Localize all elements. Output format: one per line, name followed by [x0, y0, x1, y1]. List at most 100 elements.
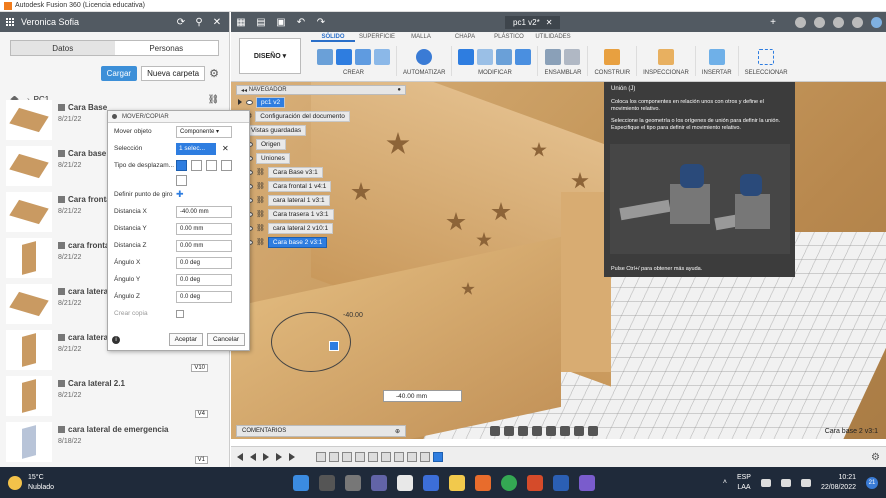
group-seleccionar[interactable]: SELECCIONAR: [739, 46, 794, 76]
tab-solido[interactable]: SÓLIDO: [311, 34, 355, 42]
extrude-icon[interactable]: [336, 49, 352, 65]
fusion-app-icon[interactable]: [397, 474, 413, 491]
avatar[interactable]: [871, 16, 882, 28]
tab-chapa[interactable]: CHAPA: [443, 34, 487, 42]
tray-chevron-icon[interactable]: ˄: [723, 479, 727, 486]
hole-icon[interactable]: [374, 49, 390, 65]
browser-header[interactable]: ◂◂ NAVEGADOR ●: [236, 85, 406, 95]
pan-icon[interactable]: [518, 426, 528, 436]
chrome-icon[interactable]: [501, 474, 517, 491]
collapse-icon[interactable]: ◂◂: [241, 87, 249, 94]
pivot-icon[interactable]: ✚: [176, 189, 184, 200]
dialog-pin-icon[interactable]: [112, 114, 117, 119]
timeline-feature[interactable]: [355, 452, 365, 462]
group-insertar[interactable]: INSERTAR: [696, 46, 739, 76]
undo-icon[interactable]: ↶: [295, 16, 307, 28]
clock[interactable]: 10:21 22/08/2022: [821, 473, 856, 491]
zoom-icon[interactable]: [532, 426, 542, 436]
rotate-icon[interactable]: [206, 160, 217, 171]
tab-utilidades[interactable]: UTILIDADES: [531, 34, 575, 42]
orbit-icon[interactable]: [490, 426, 500, 436]
tab-malla[interactable]: MALLA: [399, 34, 443, 42]
move-object-select[interactable]: Componente ▾: [176, 125, 232, 138]
tab-superficie[interactable]: SUPERFICIE: [355, 34, 399, 42]
user-name[interactable]: Veronica Sofia: [21, 17, 79, 27]
browser-item[interactable]: ⛓ Cara Base v3:1: [238, 165, 406, 179]
display-settings-icon[interactable]: [560, 426, 570, 436]
dialog-header[interactable]: MOVER/COPIAR: [108, 111, 249, 123]
tab-plastico[interactable]: PLÁSTICO: [487, 34, 531, 42]
group-crear[interactable]: CREAR: [311, 46, 397, 76]
volume-icon[interactable]: [780, 478, 791, 487]
distance-z-input[interactable]: 0.00 mm: [176, 239, 232, 252]
timeline-feature[interactable]: [342, 452, 352, 462]
workspace-switcher[interactable]: DISEÑO ▾: [239, 38, 301, 74]
word-icon[interactable]: [553, 474, 569, 491]
shell-icon[interactable]: [515, 49, 532, 65]
task-view-icon[interactable]: [345, 474, 361, 491]
start-icon[interactable]: [293, 474, 309, 491]
list-item[interactable]: cara lateral de emergencia 8/18/22 V1: [6, 422, 216, 468]
teams-icon[interactable]: [371, 474, 387, 491]
save-icon[interactable]: ▣: [275, 16, 287, 28]
new-folder-button[interactable]: Nueva carpeta: [141, 65, 206, 81]
distance-input[interactable]: -40.00 mm: [383, 390, 462, 402]
press-pull-icon[interactable]: [458, 49, 475, 65]
point-to-point-icon[interactable]: [221, 160, 232, 171]
offset-plane-icon[interactable]: [604, 49, 621, 65]
play-icon[interactable]: [263, 453, 269, 461]
help-icon[interactable]: [852, 16, 863, 28]
look-at-icon[interactable]: [504, 426, 514, 436]
browser-item[interactable]: ⛓ Cara frontal 1 v4:1: [238, 179, 406, 193]
fit-icon[interactable]: [546, 426, 556, 436]
search-icon[interactable]: ⚲: [193, 16, 205, 28]
document-tab[interactable]: pc1 v2* ✕: [505, 15, 561, 29]
language-indicator[interactable]: ESP LAA: [737, 473, 751, 491]
chamfer-icon[interactable]: [496, 49, 513, 65]
battery-icon[interactable]: [800, 478, 811, 487]
grid-icon[interactable]: ▦: [235, 16, 247, 28]
tab-datos[interactable]: Datos: [11, 41, 115, 55]
revolve-icon[interactable]: [355, 49, 371, 65]
teams-chat-icon[interactable]: [579, 474, 595, 491]
version-badge[interactable]: V4: [194, 410, 208, 418]
notifications-icon[interactable]: [833, 16, 844, 28]
angle-y-input[interactable]: 0.0 deg: [176, 273, 232, 286]
browser-item[interactable]: ⛓ cara lateral 2 v10:1: [238, 221, 406, 235]
timeline-feature[interactable]: [329, 452, 339, 462]
free-move-icon[interactable]: [176, 160, 187, 171]
add-comment-icon[interactable]: ⊕: [395, 428, 400, 435]
point-to-position-icon[interactable]: [176, 174, 187, 186]
angle-x-input[interactable]: 0.0 deg: [176, 256, 232, 269]
distance-y-input[interactable]: 0.00 mm: [176, 222, 232, 235]
grid-settings-icon[interactable]: [574, 426, 584, 436]
browser-item[interactable]: Uniones: [238, 151, 406, 165]
measure-icon[interactable]: [657, 49, 674, 65]
version-badge[interactable]: V1: [194, 456, 208, 464]
create-sketch-icon[interactable]: [317, 49, 333, 65]
group-inspeccionar[interactable]: INSPECCIONAR: [637, 46, 696, 76]
timeline-feature-current[interactable]: [433, 452, 443, 462]
browser-item[interactable]: ⛓ cara lateral 1 v3:1: [238, 193, 406, 207]
go-to-end-icon[interactable]: [289, 453, 295, 461]
timeline-settings-icon[interactable]: ⚙: [871, 452, 880, 463]
timeline-feature[interactable]: [420, 452, 430, 462]
fillet-icon[interactable]: [477, 49, 494, 65]
viewports-icon[interactable]: [588, 426, 598, 436]
job-status-icon[interactable]: [814, 16, 825, 28]
calendar-icon[interactable]: [423, 474, 439, 491]
file-icon[interactable]: ▤: [255, 16, 267, 28]
info-icon[interactable]: i: [112, 335, 120, 344]
wifi-icon[interactable]: [760, 478, 771, 487]
step-forward-icon[interactable]: [276, 453, 282, 461]
upload-button[interactable]: Cargar: [100, 65, 138, 81]
timeline-feature[interactable]: [381, 452, 391, 462]
apps-grid-icon[interactable]: [6, 17, 15, 27]
group-automatizar[interactable]: AUTOMATIZAR: [397, 46, 453, 76]
move-arrow-handle[interactable]: [329, 341, 339, 351]
search-icon[interactable]: [319, 474, 335, 491]
comments-panel[interactable]: COMENTARIOS ⊕: [236, 425, 406, 437]
group-modificar[interactable]: MODIFICAR: [452, 46, 539, 76]
cancel-button[interactable]: Cancelar: [206, 333, 245, 346]
selection-button[interactable]: 1 selec...: [176, 142, 216, 155]
